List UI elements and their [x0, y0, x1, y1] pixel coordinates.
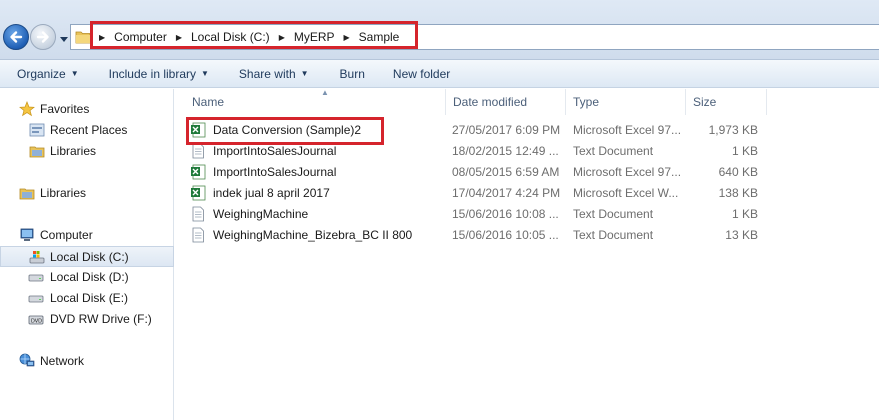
recent-places-icon: [29, 123, 45, 137]
sidebar-item-recent-places[interactable]: Recent Places: [0, 120, 174, 140]
include-in-library-button[interactable]: Include in library ▼: [93, 67, 223, 81]
file-name: WeighingMachine: [213, 207, 309, 221]
file-date-modified: 15/06/2016 10:05 ...: [452, 228, 559, 242]
file-size: 13 KB: [725, 228, 758, 242]
file-row[interactable]: indek jual 8 april 2017 17/04/2017 4:24 …: [180, 183, 780, 204]
sidebar-item-label: Recent Places: [50, 123, 128, 137]
sidebar-item-local-disk-e[interactable]: Local Disk (E:): [0, 288, 174, 308]
sidebar-item-label: DVD RW Drive (F:): [50, 312, 152, 326]
text-document-icon: [192, 206, 204, 222]
column-header-name[interactable]: ▲ Name: [185, 88, 446, 115]
column-header-label: Name: [192, 95, 225, 109]
include-in-library-label: Include in library: [108, 66, 196, 81]
recent-pages-button[interactable]: [59, 33, 69, 42]
text-document-icon: [192, 227, 204, 243]
sidebar-item-label: Libraries: [50, 144, 97, 158]
column-header-size[interactable]: Size: [686, 89, 767, 115]
libraries-icon: [29, 146, 45, 158]
network-icon: [19, 353, 35, 367]
file-size: 1 KB: [731, 207, 758, 221]
path-highlight-annotation: [90, 21, 418, 49]
sidebar-item-favorites[interactable]: Favorites: [0, 99, 174, 119]
dvd-drive-icon: DVD: [28, 315, 44, 325]
sidebar-item-computer[interactable]: Computer: [0, 225, 174, 245]
file-row[interactable]: ImportIntoSalesJournal 08/05/2015 6:59 A…: [180, 162, 780, 183]
navigation-pane: Favorites Recent Places Libraries Librar…: [0, 89, 174, 420]
file-type: Text Document: [573, 144, 654, 158]
chevron-down-icon: ▼: [300, 69, 309, 78]
libraries-icon: [19, 188, 35, 200]
share-with-label: Share with: [238, 66, 296, 81]
sidebar-item-label: Network: [40, 354, 85, 368]
file-date-modified: 17/04/2017 4:24 PM: [452, 186, 561, 200]
file-size: 640 KB: [718, 165, 758, 179]
star-icon: [19, 101, 35, 117]
burn-button[interactable]: Burn: [323, 67, 379, 81]
sidebar-item-dvd-drive[interactable]: DVD DVD RW Drive (F:): [0, 309, 174, 329]
column-header-label: Type: [573, 95, 600, 109]
computer-icon: [20, 228, 34, 241]
column-header-label: Date modified: [453, 95, 528, 109]
sort-ascending-icon: ▲: [321, 88, 329, 97]
file-type: Text Document: [573, 207, 654, 221]
chevron-down-icon: ▼: [201, 69, 209, 78]
hard-drive-icon: [28, 295, 44, 303]
file-row[interactable]: WeighingMachine_Bizebra_BC II 800 15/06/…: [180, 225, 780, 246]
column-header-date-modified[interactable]: Date modified: [446, 89, 566, 115]
sidebar-item-local-disk-d[interactable]: Local Disk (D:): [0, 267, 174, 287]
organize-button[interactable]: Organize ▼: [0, 67, 93, 81]
burn-label: Burn: [339, 66, 365, 81]
sidebar-item-label: Local Disk (C:): [50, 249, 129, 264]
file-date-modified: 27/05/2017 6:09 PM: [452, 123, 561, 137]
file-date-modified: 18/02/2015 12:49 ...: [452, 144, 559, 158]
back-button[interactable]: [3, 24, 29, 50]
sidebar-item-network[interactable]: Network: [0, 351, 174, 371]
sidebar-item-label: Local Disk (D:): [50, 270, 129, 284]
command-toolbar: Organize ▼ Include in library ▼ Share wi…: [0, 60, 879, 88]
new-folder-button[interactable]: New folder: [379, 67, 464, 81]
column-header-type[interactable]: Type: [566, 89, 686, 115]
file-size: 1 KB: [731, 144, 758, 158]
chevron-down-icon: ▼: [70, 69, 79, 78]
file-size: 138 KB: [718, 186, 758, 200]
file-row[interactable]: WeighingMachine 15/06/2016 10:08 ... Tex…: [180, 204, 780, 225]
excel-icon: [191, 164, 206, 180]
arrow-right-icon: [36, 31, 49, 43]
file-name: ImportIntoSalesJournal: [213, 165, 337, 179]
chevron-down-icon: [60, 37, 68, 42]
file-date-modified: 08/05/2015 6:59 AM: [452, 165, 560, 179]
sidebar-item-local-disk-c[interactable]: Local Disk (C:): [0, 246, 174, 267]
sidebar-item-label: Local Disk (E:): [50, 291, 129, 305]
file-name: indek jual 8 april 2017: [213, 186, 330, 200]
file-highlight-annotation: [186, 117, 384, 145]
text-document-icon: [192, 143, 204, 159]
file-size: 1,973 KB: [708, 123, 758, 137]
file-name: WeighingMachine_Bizebra_BC II 800: [213, 228, 413, 242]
sidebar-item-label: Favorites: [40, 102, 90, 116]
file-name: ImportIntoSalesJournal: [213, 144, 337, 158]
folder-icon: [75, 31, 91, 44]
new-folder-label: New folder: [392, 66, 451, 81]
sidebar-item-favorites-libraries[interactable]: Libraries: [0, 141, 174, 161]
file-type: Text Document: [573, 228, 654, 242]
sidebar-item-label: Computer: [40, 228, 93, 242]
sidebar-item-libraries[interactable]: Libraries: [0, 183, 174, 203]
svg-text:DVD: DVD: [31, 319, 42, 325]
arrow-left-icon: [10, 31, 23, 43]
excel-icon: [191, 185, 206, 201]
hard-drive-icon: [28, 274, 44, 282]
system-drive-icon: [29, 251, 45, 264]
sidebar-item-label: Libraries: [40, 186, 87, 200]
share-with-button[interactable]: Share with ▼: [223, 67, 323, 81]
file-date-modified: 15/06/2016 10:08 ...: [452, 207, 559, 221]
forward-button[interactable]: [30, 24, 56, 50]
column-header-label: Size: [693, 95, 717, 109]
organize-label: Organize: [17, 66, 66, 81]
